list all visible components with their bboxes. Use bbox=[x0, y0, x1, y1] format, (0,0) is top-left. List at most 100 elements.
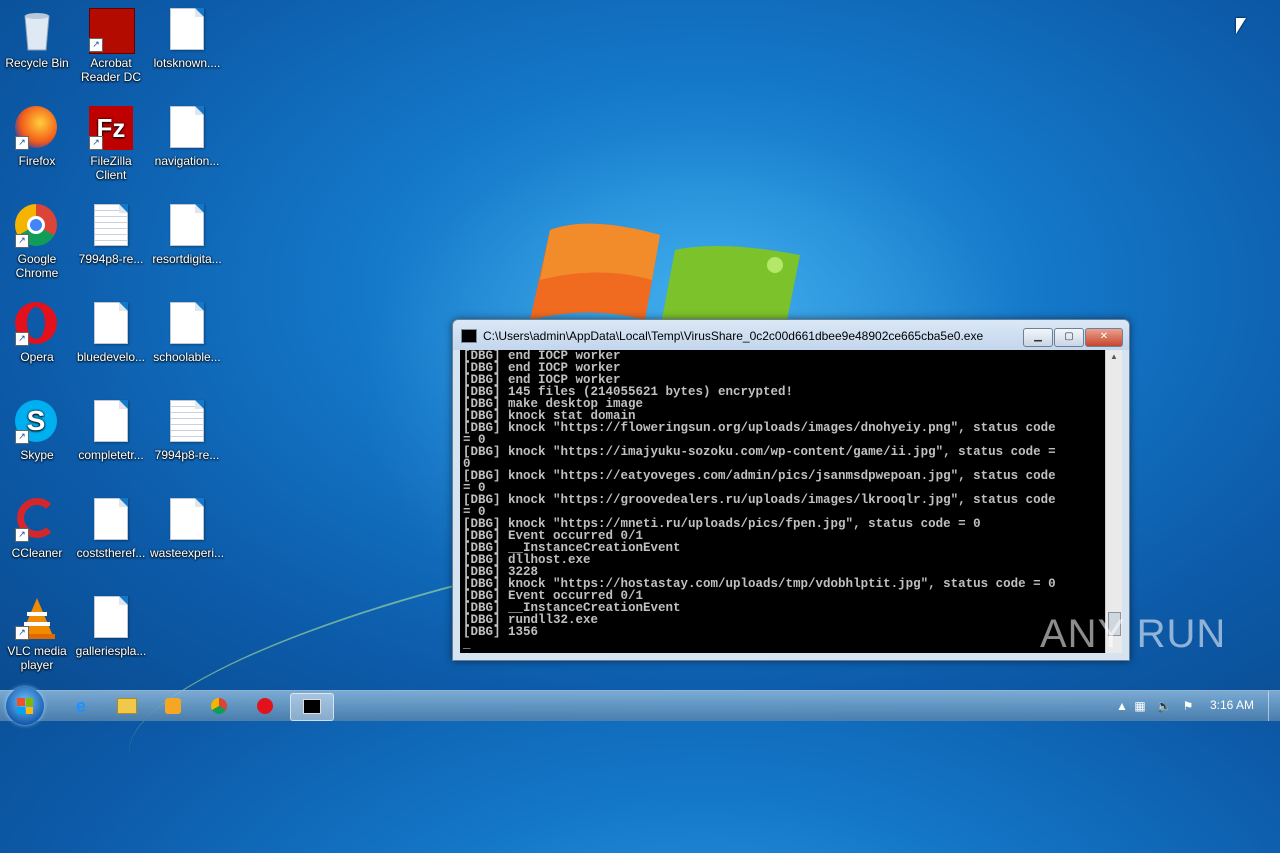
desktop-icon-label: schoolable... bbox=[153, 350, 221, 364]
windows-flag-icon bbox=[17, 698, 33, 714]
document-icon bbox=[89, 498, 133, 542]
minimize-button[interactable]: ▁ bbox=[1023, 328, 1053, 347]
show-desktop-button[interactable] bbox=[1268, 691, 1280, 721]
console-scrollbar[interactable]: ▲ bbox=[1105, 350, 1122, 653]
shortcut-arrow-icon: ↗ bbox=[15, 430, 29, 444]
taskbar-internet-explorer[interactable]: e bbox=[60, 693, 102, 719]
desktop-icon-label: resortdigita... bbox=[152, 252, 222, 266]
desktop-icon-label: completetr... bbox=[78, 448, 144, 462]
desktop-icon-label: navigation... bbox=[154, 154, 220, 168]
shortcut-arrow-icon: ↗ bbox=[89, 38, 103, 52]
opera-icon: ↗ bbox=[15, 302, 59, 346]
filezilla-icon: Fz ↗ bbox=[89, 106, 133, 150]
shortcut-arrow-icon: ↗ bbox=[89, 136, 103, 150]
console-cursor: _ bbox=[463, 637, 471, 651]
console-icon bbox=[303, 699, 321, 715]
document-icon bbox=[89, 302, 133, 346]
document-icon bbox=[165, 204, 209, 248]
desktop-icon-ccleaner[interactable]: ↗ CCleaner bbox=[0, 498, 74, 560]
clock[interactable]: 3:16 AM bbox=[1210, 698, 1254, 712]
shortcut-arrow-icon: ↗ bbox=[15, 528, 29, 542]
acrobat-icon: ↗ bbox=[89, 8, 135, 54]
desktop-icon-label: Firefox bbox=[18, 154, 56, 168]
desktop-icon-label: bluedevelo... bbox=[76, 350, 146, 364]
media-player-icon bbox=[165, 697, 181, 714]
document-icon bbox=[89, 400, 133, 444]
desktop-icon-skype[interactable]: S ↗ Skype bbox=[0, 400, 74, 462]
console-line: [DBG] rundll32.exe bbox=[463, 613, 599, 627]
desktop-icon-file[interactable]: resortdigita... bbox=[150, 204, 224, 266]
folder-icon bbox=[117, 697, 137, 714]
console-line: [DBG] 1356 bbox=[463, 625, 539, 639]
chrome-icon: ↗ bbox=[15, 204, 59, 248]
taskbar-chrome[interactable] bbox=[198, 693, 240, 719]
desktop-icon-recycle-bin[interactable]: Recycle Bin bbox=[0, 8, 74, 70]
desktop-icon-label: Acrobat Reader DC bbox=[80, 56, 142, 84]
shortcut-arrow-icon: ↗ bbox=[15, 136, 29, 150]
taskbar: e ▲ ▦ 🔈 ⚑ 3:16 AM bbox=[0, 687, 1280, 725]
desktop-icon-label: wasteexperi... bbox=[150, 546, 225, 560]
desktop-icon-label: galleriespla... bbox=[75, 644, 147, 658]
taskbar-media-player[interactable] bbox=[152, 693, 194, 719]
chrome-icon bbox=[211, 697, 227, 714]
opera-icon bbox=[257, 697, 273, 714]
network-icon[interactable]: ▦ bbox=[1132, 698, 1148, 714]
desktop-icon-label: Google Chrome bbox=[15, 252, 59, 280]
desktop-icon-file[interactable]: wasteexperi... bbox=[150, 498, 224, 560]
document-icon bbox=[165, 8, 209, 52]
action-center-flag-icon[interactable]: ⚑ bbox=[1180, 698, 1196, 714]
anyrun-watermark: ANY RUN bbox=[1040, 612, 1227, 656]
desktop-icon-file[interactable]: coststheref... bbox=[74, 498, 148, 560]
desktop-icon-label: Recycle Bin bbox=[5, 56, 69, 70]
document-icon bbox=[165, 498, 209, 542]
show-hidden-icons-icon[interactable]: ▲ bbox=[1114, 698, 1130, 714]
console-line: [DBG] knock "https://floweringsun.org/up… bbox=[463, 421, 1056, 435]
desktop-icon-file[interactable]: bluedevelo... bbox=[74, 302, 148, 364]
document-icon bbox=[165, 302, 209, 346]
scroll-up-icon[interactable]: ▲ bbox=[1106, 350, 1122, 364]
desktop-icon-label: Skype bbox=[20, 448, 54, 462]
desktop-icon-opera[interactable]: ↗ Opera bbox=[0, 302, 74, 364]
desktop-icon-label: coststheref... bbox=[76, 546, 146, 560]
desktop-icon-filezilla[interactable]: Fz ↗ FileZilla Client bbox=[74, 106, 148, 182]
desktop-icon-label: VLC media player bbox=[7, 644, 67, 672]
taskbar-explorer[interactable] bbox=[106, 693, 148, 719]
desktop-icon-chrome[interactable]: ↗ Google Chrome bbox=[0, 204, 74, 280]
desktop-icon-file[interactable]: navigation... bbox=[150, 106, 224, 168]
recycle-bin-icon bbox=[15, 8, 59, 52]
document-icon bbox=[165, 106, 209, 150]
desktop-icon-file[interactable]: galleriespla... bbox=[74, 596, 148, 658]
firefox-icon: ↗ bbox=[15, 106, 59, 150]
desktop-icon-file[interactable]: 7994p8-re... bbox=[74, 204, 148, 266]
start-button[interactable] bbox=[6, 687, 44, 725]
volume-icon[interactable]: 🔈 bbox=[1156, 698, 1172, 714]
console-line: [DBG] dllhost.exe bbox=[463, 553, 591, 567]
desktop-icon-label: CCleaner bbox=[11, 546, 63, 560]
desktop-icon-file[interactable]: schoolable... bbox=[150, 302, 224, 364]
skype-icon: S ↗ bbox=[15, 400, 59, 444]
ccleaner-icon: ↗ bbox=[15, 498, 59, 542]
taskbar-opera[interactable] bbox=[244, 693, 286, 719]
text-document-icon bbox=[165, 400, 209, 444]
desktop-icon-file[interactable]: 7994p8-re... bbox=[150, 400, 224, 462]
close-button[interactable]: ✕ bbox=[1085, 328, 1123, 347]
text-document-icon bbox=[89, 204, 133, 248]
desktop-icon-label: lotsknown.... bbox=[153, 56, 221, 70]
console-window[interactable]: C:\Users\admin\AppData\Local\Temp\VirusS… bbox=[452, 319, 1130, 661]
console-titlebar[interactable]: C:\Users\admin\AppData\Local\Temp\VirusS… bbox=[453, 320, 1129, 350]
desktop-icon-firefox[interactable]: ↗ Firefox bbox=[0, 106, 74, 168]
shortcut-arrow-icon: ↗ bbox=[15, 234, 29, 248]
console-line: [DBG] knock "https://imajyuku-sozoku.com… bbox=[463, 445, 1056, 459]
desktop-icon-file[interactable]: completetr... bbox=[74, 400, 148, 462]
desktop-icon-vlc[interactable]: ↗ VLC media player bbox=[0, 596, 74, 672]
console-line: [DBG] knock "https://eatyoveges.com/admi… bbox=[463, 469, 1056, 483]
taskbar-console[interactable] bbox=[290, 693, 334, 721]
desktop-icon-label: 7994p8-re... bbox=[78, 252, 144, 266]
mouse-cursor-icon bbox=[1236, 18, 1246, 34]
vlc-icon: ↗ bbox=[15, 596, 59, 640]
maximize-button[interactable]: ▢ bbox=[1054, 328, 1084, 347]
desktop-icon-file[interactable]: lotsknown.... bbox=[150, 8, 224, 70]
shortcut-arrow-icon: ↗ bbox=[15, 626, 29, 640]
desktop-icon-acrobat[interactable]: ↗ Acrobat Reader DC bbox=[74, 8, 148, 84]
console-output[interactable]: [DBG] end IOCP worker [DBG] end IOCP wor… bbox=[460, 350, 1105, 653]
